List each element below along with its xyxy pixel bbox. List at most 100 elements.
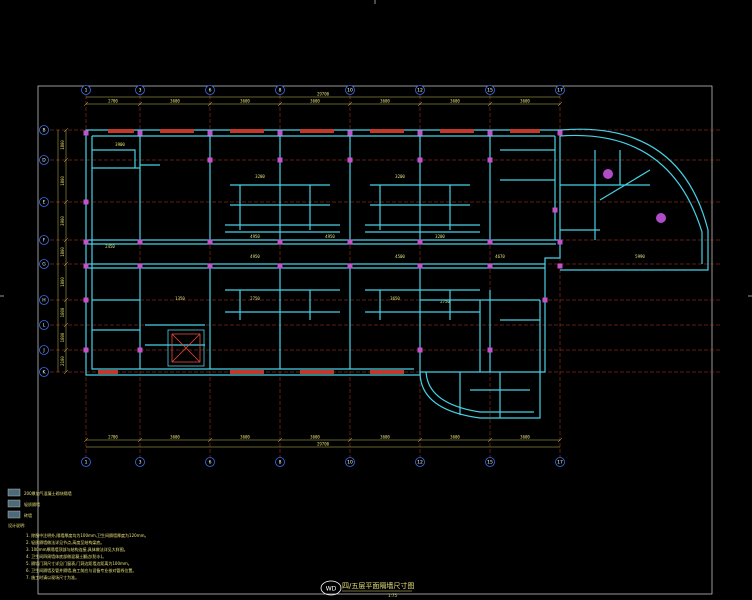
axis-bubble-label: E — [43, 200, 46, 206]
column-round — [656, 213, 666, 223]
dimension-label: 1350 — [175, 296, 185, 301]
column — [417, 263, 423, 269]
dimension-label: 1800 — [60, 247, 65, 257]
partition — [139, 136, 556, 240]
column — [487, 347, 493, 353]
column — [347, 157, 353, 163]
overall-dimension-label: 29700 — [317, 92, 330, 97]
column — [137, 130, 143, 136]
window — [440, 129, 474, 133]
axis-bubble-label: F — [43, 238, 46, 244]
dimension-label: 3200 — [435, 234, 445, 239]
axis-bubble-label: 15 — [487, 88, 493, 94]
column — [83, 199, 89, 205]
dimension-label: 2700 — [108, 435, 118, 440]
column — [207, 239, 213, 245]
title-block: WD 四/五层平面隔墙尺寸图 1:75 — [320, 580, 414, 598]
axis-bubble-label: 3 — [139, 460, 142, 466]
columns — [83, 130, 563, 353]
dimension-label: 3600 — [170, 435, 180, 440]
dimension-label: 3600 — [170, 99, 180, 104]
partition — [459, 372, 530, 418]
column — [347, 130, 353, 136]
stair-cross — [171, 333, 201, 363]
curved-wall — [425, 371, 534, 413]
axis-bubble-label: 3 — [139, 88, 142, 94]
column — [417, 347, 423, 353]
window — [300, 129, 334, 133]
legend-swatch-2 — [7, 499, 21, 508]
dimension-label: 3600 — [310, 435, 320, 440]
column — [277, 239, 283, 245]
column-round — [603, 169, 613, 179]
dimension-label: 1800 — [60, 176, 65, 186]
column — [487, 157, 493, 163]
curved-wall — [559, 134, 703, 264]
axis-bubble-label: 12 — [417, 460, 423, 466]
partition — [225, 224, 480, 233]
legend-swatch-3 — [7, 510, 21, 519]
window — [370, 370, 404, 374]
column — [417, 157, 423, 163]
column — [137, 263, 143, 269]
dimension-label: 3200 — [395, 174, 405, 179]
floor-plan-drawing: 2700 3600 3600 3600 3600 3600 3600 2700 3600 3600… — [0, 0, 752, 598]
column — [417, 130, 423, 136]
axis-bubble-label: 1 — [85, 88, 88, 94]
dimension-label: 4950 — [250, 234, 260, 239]
outer-wall-inner — [91, 135, 555, 370]
dimension-label: 3900 — [60, 216, 65, 226]
legend-text-3: 砖墙 — [24, 512, 32, 518]
window — [300, 370, 334, 374]
note-line: 3. 100mm厚隔墙顶部与结构连接,具体做法详见大样图。 — [26, 546, 128, 552]
column — [83, 239, 89, 245]
outer-wall — [85, 129, 561, 376]
column — [487, 239, 493, 245]
column — [347, 263, 353, 269]
note-line: 4. 卫生间四周墙体底部做混凝土翻边(防水)。 — [26, 553, 106, 559]
window — [510, 129, 540, 133]
overall-dimension-label: 29700 — [317, 442, 330, 447]
dimension-label: 3600 — [310, 99, 320, 104]
drawing-frame — [37, 85, 713, 595]
axis-bubble-label: 8 — [279, 460, 282, 466]
dimension-label: 3600 — [520, 99, 530, 104]
windows — [98, 129, 540, 374]
column — [557, 263, 563, 269]
column — [207, 130, 213, 136]
dimension-label: 3600 — [240, 435, 250, 440]
dimension-label: 3600 — [380, 99, 390, 104]
column — [487, 130, 493, 136]
dimension-label: 3600 — [450, 99, 460, 104]
drawing-scale: 1:75 — [388, 593, 397, 598]
axis-lines — [44, 95, 720, 458]
axis-bubble-label: 15 — [487, 460, 493, 466]
axis-bubble-label: 17 — [557, 88, 563, 94]
notes-title: 设计说明: — [8, 522, 25, 528]
dimension-label: 1800 — [60, 277, 65, 287]
column — [542, 297, 548, 303]
column — [557, 239, 563, 245]
column — [347, 239, 353, 245]
axis-bubble-label: B — [42, 128, 45, 134]
axis-bubble-label: 6 — [209, 460, 212, 466]
column — [207, 157, 213, 163]
window — [370, 129, 404, 133]
window — [108, 129, 134, 133]
axis-bubble-label: 17 — [557, 460, 563, 466]
axis-bubble-label: 10 — [347, 460, 353, 466]
column — [137, 347, 143, 353]
column — [137, 239, 143, 245]
partition — [92, 149, 555, 181]
note-line: 6. 卫生间隔墙及管井隔墙,施工前应与设备专业核对管线位置。 — [26, 567, 136, 573]
axis-bubble-label: G — [42, 262, 46, 268]
column — [417, 239, 423, 245]
axis-bubble-label: 10 — [347, 88, 353, 94]
drawing-title: 四/五层平面隔墙尺寸图 — [342, 581, 414, 590]
dimension-label: 3650 — [390, 296, 400, 301]
note-line: 1. 除图中注明外,隔墙厚度均为100mm,卫生间隔墙厚度为120mm。 — [26, 532, 149, 538]
walls — [85, 128, 709, 419]
dimension-label: 1800 — [60, 332, 65, 342]
dimension-label: 3600 — [520, 435, 530, 440]
column — [83, 297, 89, 303]
